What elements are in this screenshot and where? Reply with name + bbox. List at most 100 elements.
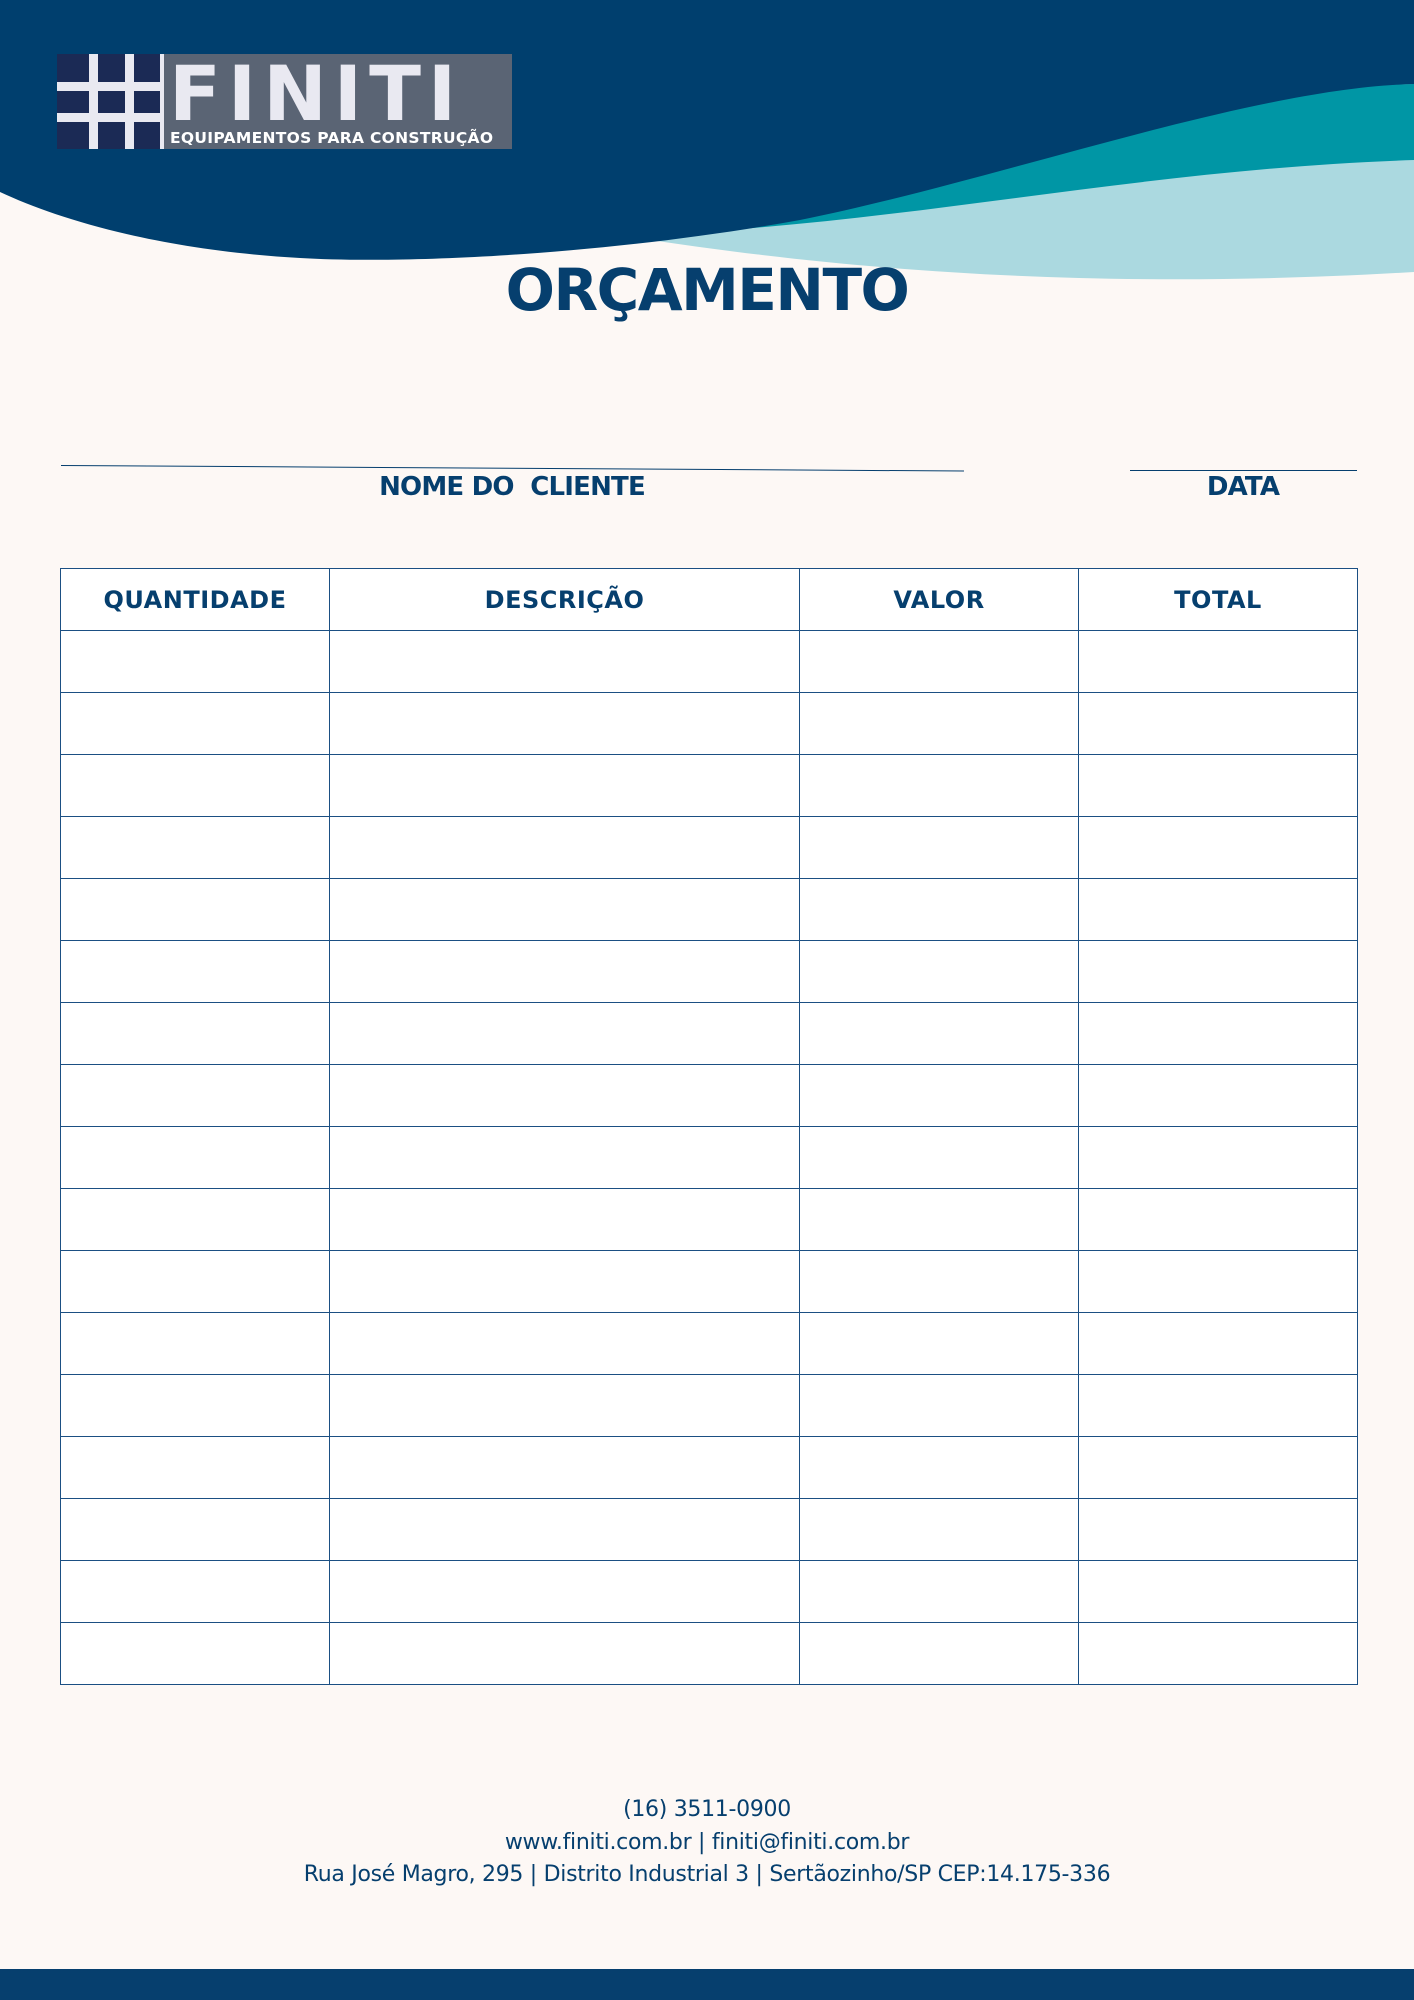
table-cell-valor[interactable] bbox=[799, 1126, 1079, 1189]
table-cell-descricao[interactable] bbox=[329, 1002, 800, 1065]
table-cell-descricao[interactable] bbox=[329, 1312, 800, 1375]
table-cell-quantidade[interactable] bbox=[60, 1064, 330, 1127]
table-cell-quantidade[interactable] bbox=[60, 940, 330, 1003]
table-cell-total[interactable] bbox=[1078, 630, 1358, 693]
table-cell-descricao[interactable] bbox=[329, 1250, 800, 1313]
page-title: ORÇAMENTO bbox=[505, 256, 910, 324]
table-cell-valor[interactable] bbox=[799, 1312, 1079, 1375]
table-cell-total[interactable] bbox=[1078, 1312, 1358, 1375]
table-cell-quantidade[interactable] bbox=[60, 630, 330, 693]
footer-phone: (16) 3511-0900 bbox=[623, 1797, 791, 1822]
footer-address: Rua José Magro, 295 | Distrito Industria… bbox=[303, 1862, 1111, 1887]
table-row bbox=[60, 1188, 1358, 1251]
table-cell-total[interactable] bbox=[1078, 1436, 1358, 1499]
table-row bbox=[60, 1622, 1358, 1685]
table-cell-descricao[interactable] bbox=[329, 1560, 800, 1623]
table-cell-quantidade[interactable] bbox=[60, 1560, 330, 1623]
table-cell-descricao[interactable] bbox=[329, 878, 800, 941]
table-cell-valor[interactable] bbox=[799, 1622, 1079, 1685]
table-cell-total[interactable] bbox=[1078, 1560, 1358, 1623]
column-header-quantidade: QUANTIDADE bbox=[60, 568, 330, 631]
table-cell-quantidade[interactable] bbox=[60, 1126, 330, 1189]
table-cell-quantidade[interactable] bbox=[60, 1498, 330, 1561]
table-row bbox=[60, 1064, 1358, 1127]
date-label: DATA bbox=[1206, 472, 1280, 502]
table-cell-descricao[interactable] bbox=[329, 816, 800, 879]
table-cell-valor[interactable] bbox=[799, 1188, 1079, 1251]
table-cell-quantidade[interactable] bbox=[60, 1250, 330, 1313]
column-header-descricao: DESCRIÇÃO bbox=[329, 568, 800, 631]
table-cell-descricao[interactable] bbox=[329, 630, 800, 693]
column-header-valor: VALOR bbox=[799, 568, 1079, 631]
quote-table: QUANTIDADE DESCRIÇÃO VALOR TOTAL bbox=[60, 568, 1358, 1685]
table-row bbox=[60, 630, 1358, 693]
table-cell-total[interactable] bbox=[1078, 1126, 1358, 1189]
table-cell-total[interactable] bbox=[1078, 1498, 1358, 1561]
table-cell-valor[interactable] bbox=[799, 1250, 1079, 1313]
table-cell-quantidade[interactable] bbox=[60, 1436, 330, 1499]
table-cell-quantidade[interactable] bbox=[60, 1622, 330, 1685]
table-cell-quantidade[interactable] bbox=[60, 1002, 330, 1065]
table-cell-valor[interactable] bbox=[799, 878, 1079, 941]
table-row bbox=[60, 940, 1358, 1003]
table-cell-valor[interactable] bbox=[799, 1374, 1079, 1437]
table-cell-total[interactable] bbox=[1078, 1188, 1358, 1251]
table-cell-total[interactable] bbox=[1078, 1250, 1358, 1313]
table-cell-valor[interactable] bbox=[799, 754, 1079, 817]
table-cell-total[interactable] bbox=[1078, 692, 1358, 755]
finiti-logo: FINITI EQUIPAMENTOS PARA CONSTRUÇÃO bbox=[57, 54, 512, 149]
table-row bbox=[60, 1250, 1358, 1313]
table-cell-descricao[interactable] bbox=[329, 754, 800, 817]
table-cell-total[interactable] bbox=[1078, 1064, 1358, 1127]
table-cell-total[interactable] bbox=[1078, 878, 1358, 941]
table-cell-quantidade[interactable] bbox=[60, 816, 330, 879]
table-cell-descricao[interactable] bbox=[329, 1498, 800, 1561]
table-row bbox=[60, 754, 1358, 817]
table-cell-valor[interactable] bbox=[799, 816, 1079, 879]
table-cell-descricao[interactable] bbox=[329, 1126, 800, 1189]
table-cell-total[interactable] bbox=[1078, 1002, 1358, 1065]
bottom-bar bbox=[0, 1969, 1414, 2000]
table-row bbox=[60, 1436, 1358, 1499]
table-cell-descricao[interactable] bbox=[329, 692, 800, 755]
table-cell-valor[interactable] bbox=[799, 1064, 1079, 1127]
table-cell-descricao[interactable] bbox=[329, 1622, 800, 1685]
table-cell-quantidade[interactable] bbox=[60, 692, 330, 755]
table-cell-valor[interactable] bbox=[799, 1498, 1079, 1561]
table-cell-quantidade[interactable] bbox=[60, 1374, 330, 1437]
table-cell-valor[interactable] bbox=[799, 692, 1079, 755]
footer-web-email: www.finiti.com.br | finiti@finiti.com.br bbox=[504, 1829, 910, 1855]
table-cell-total[interactable] bbox=[1078, 816, 1358, 879]
table-cell-total[interactable] bbox=[1078, 754, 1358, 817]
table-cell-total[interactable] bbox=[1078, 940, 1358, 1003]
table-cell-descricao[interactable] bbox=[329, 1188, 800, 1251]
logo-tagline: EQUIPAMENTOS PARA CONSTRUÇÃO bbox=[170, 128, 493, 147]
table-row bbox=[60, 1002, 1358, 1065]
table-cell-quantidade[interactable] bbox=[60, 1312, 330, 1375]
table-row bbox=[60, 816, 1358, 879]
table-cell-quantidade[interactable] bbox=[60, 1188, 330, 1251]
table-row bbox=[60, 1498, 1358, 1561]
table-row bbox=[60, 878, 1358, 941]
table-body bbox=[60, 630, 1358, 1685]
table-cell-valor[interactable] bbox=[799, 1560, 1079, 1623]
table-cell-quantidade[interactable] bbox=[60, 878, 330, 941]
table-cell-valor[interactable] bbox=[799, 1002, 1079, 1065]
table-cell-descricao[interactable] bbox=[329, 1436, 800, 1499]
client-name-label: NOME DO CLIENTE bbox=[379, 472, 646, 502]
table-cell-total[interactable] bbox=[1078, 1374, 1358, 1437]
table-cell-total[interactable] bbox=[1078, 1622, 1358, 1685]
table-cell-descricao[interactable] bbox=[329, 940, 800, 1003]
table-cell-valor[interactable] bbox=[799, 940, 1079, 1003]
column-header-total: TOTAL bbox=[1078, 568, 1358, 631]
table-cell-quantidade[interactable] bbox=[60, 754, 330, 817]
table-row bbox=[60, 1560, 1358, 1623]
table-row bbox=[60, 1312, 1358, 1375]
table-row bbox=[60, 1374, 1358, 1437]
table-cell-descricao[interactable] bbox=[329, 1064, 800, 1127]
table-cell-valor[interactable] bbox=[799, 630, 1079, 693]
footer-contact: (16) 3511-0900 www.finiti.com.br | finit… bbox=[0, 1794, 1414, 1892]
table-cell-valor[interactable] bbox=[799, 1436, 1079, 1499]
logo-wordmark: FINITI bbox=[169, 54, 463, 138]
table-cell-descricao[interactable] bbox=[329, 1374, 800, 1437]
